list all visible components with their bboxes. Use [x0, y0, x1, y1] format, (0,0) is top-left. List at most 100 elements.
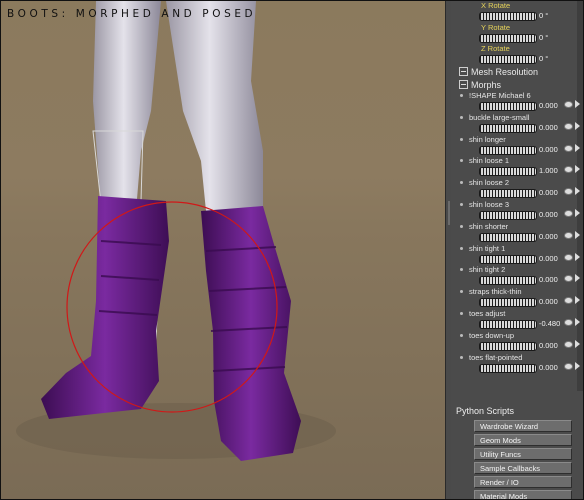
keyframe-dot-icon	[460, 312, 463, 315]
dial-value[interactable]: 0 °	[539, 33, 548, 42]
arrow-right-icon[interactable]	[575, 274, 580, 283]
arrow-right-icon[interactable]	[575, 143, 580, 152]
morph-value[interactable]: 0.000	[539, 188, 558, 197]
morph-dial[interactable]: toes adjust -0.480	[451, 309, 583, 331]
eye-icon[interactable]	[564, 231, 573, 239]
dial-track[interactable]	[479, 341, 537, 351]
keyframe-dot-icon	[460, 268, 463, 272]
eye-icon[interactable]	[564, 253, 573, 261]
morph-value[interactable]: 0.000	[539, 341, 558, 350]
dial-track[interactable]	[479, 232, 537, 242]
eye-icon[interactable]	[564, 362, 573, 370]
z-rotate-dial[interactable]: Z Rotate 0 °	[451, 44, 583, 66]
dial-track[interactable]	[479, 123, 537, 133]
dial-track[interactable]	[479, 298, 537, 308]
dial-track[interactable]	[479, 34, 537, 43]
dial-value[interactable]: 0 °	[539, 11, 548, 20]
dial-track[interactable]	[479, 211, 537, 220]
app-window: BOOTS: MORPHED AND POSED X Rotate 0 ° Y …	[0, 0, 584, 500]
eye-icon[interactable]	[564, 101, 573, 108]
morph-value[interactable]: 0.000	[539, 297, 558, 306]
dial-track[interactable]	[479, 167, 537, 177]
keyframe-dot-icon	[460, 290, 463, 294]
dial-track[interactable]	[479, 276, 537, 286]
python-script-button[interactable]: Sample Callbacks	[474, 462, 572, 474]
morph-dial[interactable]: shin shorter 0.000	[451, 222, 583, 244]
morph-dial[interactable]: buckle large-small 0.000	[451, 113, 583, 135]
morph-value[interactable]: 0.000	[539, 275, 558, 284]
eye-icon[interactable]	[564, 319, 573, 326]
dial-track[interactable]	[479, 12, 537, 21]
morph-label: straps thick-thin	[469, 287, 522, 297]
morph-value[interactable]: 0.000	[539, 363, 558, 372]
y-rotate-dial[interactable]: Y Rotate 0 °	[451, 23, 583, 45]
arrow-right-icon[interactable]	[575, 165, 580, 174]
morph-dial[interactable]: shin loose 2 0.000	[451, 178, 583, 200]
python-script-button[interactable]: Material Mods	[474, 490, 572, 499]
python-script-button[interactable]: Render / IO	[474, 476, 572, 488]
keyframe-dot-icon	[460, 246, 463, 250]
eye-icon[interactable]	[564, 144, 573, 152]
arrow-right-icon[interactable]	[575, 318, 580, 326]
morph-label: shin loose 1	[469, 156, 510, 166]
morph-dial[interactable]: !SHAPE Michael 6 0.000	[451, 91, 583, 113]
morph-label: toes flat-pointed	[469, 352, 523, 362]
x-rotate-dial[interactable]: X Rotate 0 °	[451, 1, 583, 23]
python-script-button[interactable]: Geom Mods	[474, 434, 572, 446]
arrow-right-icon[interactable]	[575, 339, 580, 348]
dial-track[interactable]	[479, 254, 537, 264]
arrow-right-icon[interactable]	[575, 252, 580, 261]
arrow-right-icon[interactable]	[575, 187, 580, 196]
keyframe-dot-icon	[460, 203, 463, 206]
morph-value[interactable]: 0.000	[539, 123, 558, 132]
arrow-right-icon[interactable]	[575, 100, 580, 108]
morph-label: shin shorter	[469, 221, 509, 231]
dial-track[interactable]	[479, 189, 537, 199]
eye-icon[interactable]	[564, 210, 573, 217]
keyframe-dot-icon	[460, 159, 463, 163]
dial-track[interactable]	[479, 320, 537, 329]
collapse-icon[interactable]	[459, 67, 468, 76]
morph-label: toes down-up	[469, 330, 515, 340]
morph-value[interactable]: 0.000	[539, 210, 558, 219]
dial-track[interactable]	[479, 145, 537, 155]
arrow-right-icon[interactable]	[575, 296, 580, 305]
eye-icon[interactable]	[564, 275, 573, 283]
dial-track[interactable]	[479, 363, 537, 373]
morph-value[interactable]: 1.000	[539, 166, 558, 175]
morph-dial[interactable]: shin loose 1 1.000	[451, 156, 583, 178]
splitter-grip[interactable]	[448, 201, 450, 225]
morph-dial[interactable]: shin longer 0.000	[451, 135, 583, 157]
morph-dial[interactable]: toes flat-pointed 0.000	[451, 353, 583, 375]
morph-value[interactable]: -0.480	[539, 319, 560, 328]
arrow-right-icon[interactable]	[575, 121, 580, 130]
eye-icon[interactable]	[564, 340, 573, 348]
3d-viewport[interactable]: BOOTS: MORPHED AND POSED	[1, 1, 445, 499]
eye-icon[interactable]	[564, 166, 573, 174]
eye-icon[interactable]	[564, 188, 573, 196]
dial-track[interactable]	[479, 55, 537, 64]
dial-track[interactable]	[479, 102, 537, 111]
dial-value[interactable]: 0 °	[539, 54, 548, 63]
eye-icon[interactable]	[564, 297, 573, 305]
morph-value[interactable]: 0.000	[539, 232, 558, 241]
morphs-section[interactable]: Morphs	[459, 80, 501, 90]
morph-value[interactable]: 0.000	[539, 101, 558, 110]
morph-dial[interactable]: toes down-up 0.000	[451, 331, 583, 353]
arrow-right-icon[interactable]	[575, 230, 580, 239]
python-script-button[interactable]: Wardrobe Wizard	[474, 420, 572, 432]
viewport-title: BOOTS: MORPHED AND POSED	[7, 8, 257, 20]
arrow-right-icon[interactable]	[575, 209, 580, 217]
morph-dial[interactable]: straps thick-thin 0.000	[451, 287, 583, 309]
mesh-resolution-section[interactable]: Mesh Resolution	[459, 67, 538, 77]
collapse-icon[interactable]	[459, 80, 468, 89]
morph-label: shin tight 1	[469, 243, 506, 253]
morph-value[interactable]: 0.000	[539, 145, 558, 154]
eye-icon[interactable]	[564, 122, 573, 130]
morph-dial[interactable]: shin loose 3 0.000	[451, 200, 583, 222]
morph-dial[interactable]: shin tight 1 0.000	[451, 244, 583, 266]
arrow-right-icon[interactable]	[575, 361, 580, 370]
morph-value[interactable]: 0.000	[539, 254, 558, 263]
morph-dial[interactable]: shin tight 2 0.000	[451, 265, 583, 287]
python-script-button[interactable]: Utility Funcs	[474, 448, 572, 460]
